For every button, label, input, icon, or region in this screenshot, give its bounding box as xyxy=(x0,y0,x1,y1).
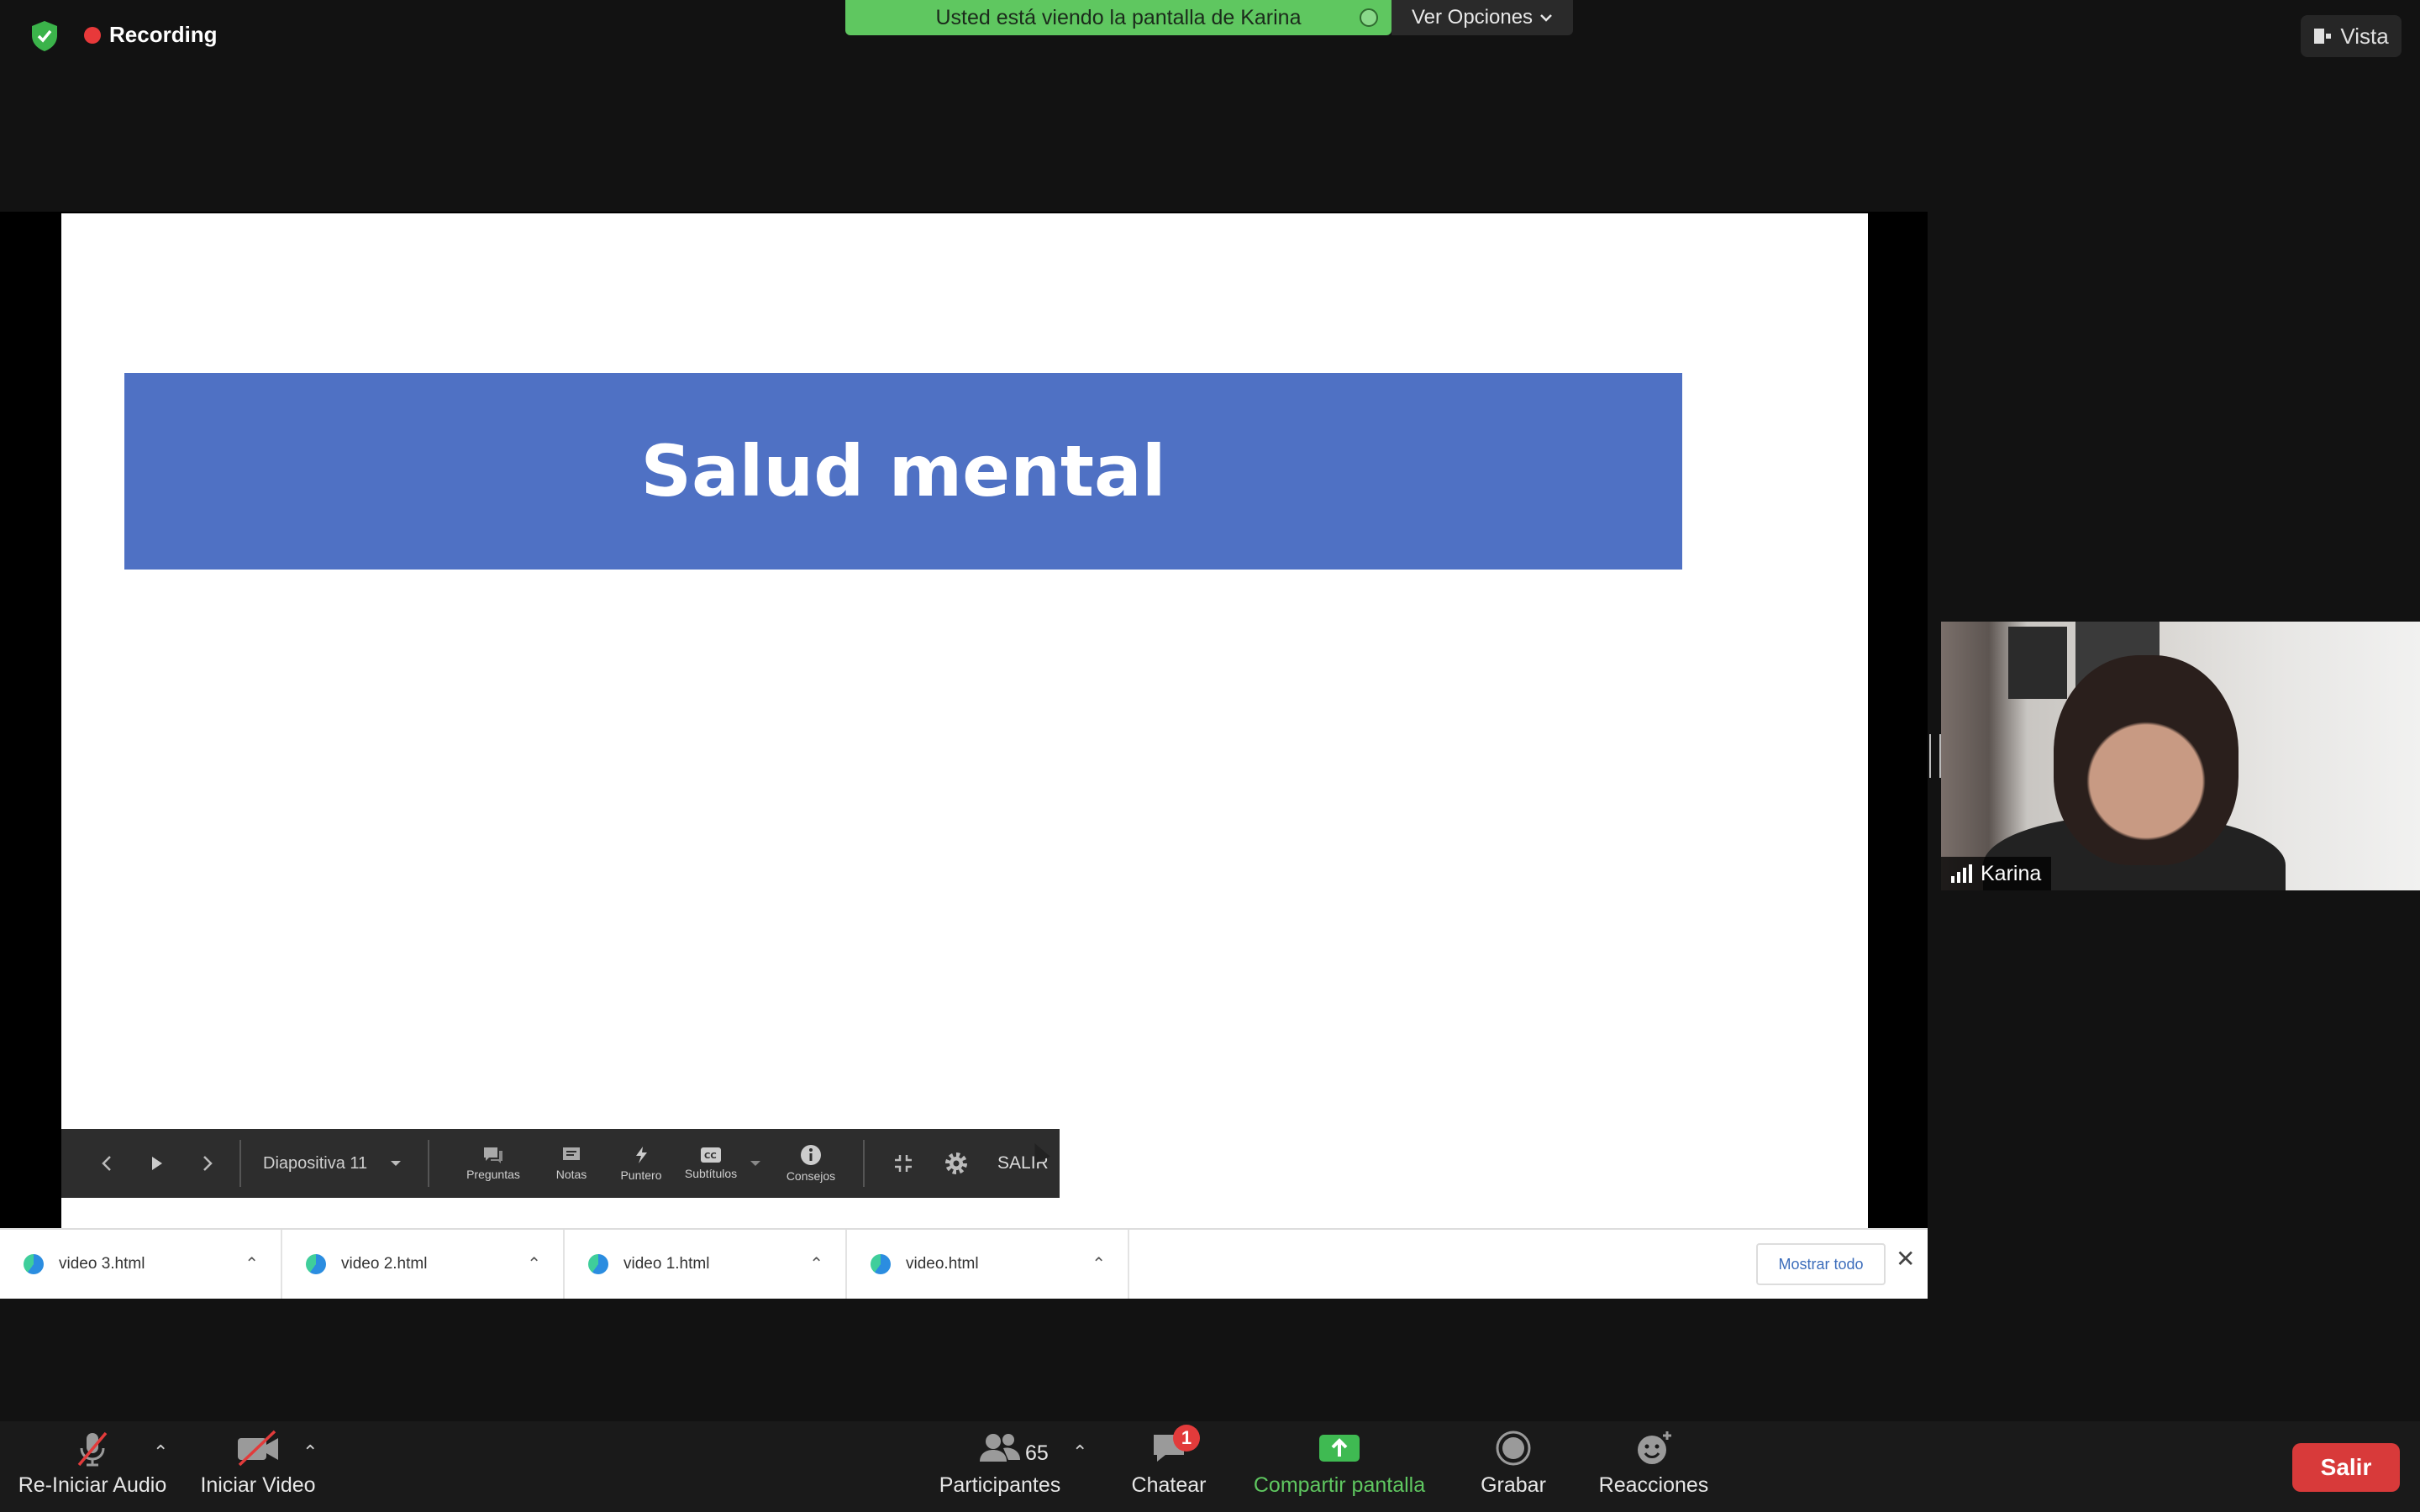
downloads-bar: video 3.html ⌃ video 2.html ⌃ video 1.ht… xyxy=(0,1228,1928,1299)
reactions-button[interactable]: Reacciones xyxy=(1597,1428,1711,1498)
tips-button[interactable]: Consejos xyxy=(777,1144,844,1183)
leave-meeting-button[interactable]: Salir xyxy=(2292,1443,2400,1492)
download-item[interactable]: video 1.html ⌃ xyxy=(565,1230,847,1299)
laser-pointer-icon xyxy=(636,1147,647,1163)
record-icon xyxy=(1496,1431,1531,1466)
subtitles-caret-icon[interactable] xyxy=(749,1159,762,1168)
view-options-button[interactable]: Ver Opciones xyxy=(1392,0,1573,35)
settings-gear-icon[interactable] xyxy=(944,1151,969,1176)
slide-title-band: Salud mental xyxy=(124,373,1682,570)
notes-button[interactable]: Notas xyxy=(534,1146,609,1181)
info-icon xyxy=(801,1145,821,1165)
screen-share-banner: Usted está viendo la pantalla de Karina xyxy=(845,0,1392,35)
security-shield-icon[interactable] xyxy=(30,20,59,52)
screen-share-banner-text: Usted está viendo la pantalla de Karina xyxy=(935,5,1302,29)
view-label: Vista xyxy=(2340,23,2389,49)
panel-resize-handle[interactable] xyxy=(1929,734,1941,778)
participant-name-tag: Karina xyxy=(1941,857,2052,890)
chevron-down-icon xyxy=(1540,14,1552,22)
chevron-up-icon[interactable]: ⌃ xyxy=(527,1253,541,1274)
edge-file-icon xyxy=(306,1254,326,1274)
download-filename: video 3.html xyxy=(59,1255,145,1273)
pointer-label: Puntero xyxy=(620,1168,662,1182)
reactions-smiley-icon xyxy=(1638,1431,1671,1464)
participant-face xyxy=(2054,655,2238,865)
participant-video-tile[interactable] xyxy=(1941,622,2420,890)
audio-label: Re-Iniciar Audio xyxy=(18,1473,167,1497)
questions-label: Preguntas xyxy=(466,1168,520,1181)
participant-name: Karina xyxy=(1981,861,2042,885)
download-filename: video 2.html xyxy=(341,1255,428,1273)
share-screen-icon xyxy=(1319,1435,1360,1462)
muted-microphone-icon xyxy=(77,1431,108,1467)
audio-button[interactable]: Re-Iniciar Audio xyxy=(17,1428,168,1498)
participants-options-caret-icon[interactable]: ⌃ xyxy=(1072,1441,1087,1463)
layout-icon xyxy=(2314,29,2332,44)
subtitles-button[interactable]: CC Subtítulos xyxy=(673,1147,749,1180)
download-item[interactable]: video 2.html ⌃ xyxy=(282,1230,565,1299)
play-icon[interactable] xyxy=(149,1153,166,1173)
slide-selector-caret-icon[interactable] xyxy=(389,1159,402,1168)
share-screen-label: Compartir pantalla xyxy=(1253,1473,1426,1497)
notes-icon xyxy=(563,1147,580,1160)
chat-notification-badge: 1 xyxy=(1173,1425,1200,1452)
divider xyxy=(239,1140,241,1187)
recording-label: Recording xyxy=(109,22,218,47)
download-item[interactable]: video 3.html ⌃ xyxy=(0,1230,282,1299)
close-icon[interactable]: ✕ xyxy=(1896,1245,1915,1273)
exit-fullscreen-icon[interactable] xyxy=(893,1153,913,1173)
questions-button[interactable]: Preguntas xyxy=(453,1146,534,1181)
show-all-downloads-button[interactable]: Mostrar todo xyxy=(1756,1243,1886,1285)
view-button[interactable]: Vista xyxy=(2301,15,2402,57)
video-label: Iniciar Video xyxy=(200,1473,316,1497)
slide-title: Salud mental xyxy=(640,430,1166,512)
slide-selector[interactable]: Diapositiva 11 xyxy=(263,1154,389,1173)
chat-label: Chatear xyxy=(1131,1473,1207,1497)
subtitles-label: Subtítulos xyxy=(684,1167,738,1180)
chevron-up-icon[interactable]: ⌃ xyxy=(245,1253,259,1274)
closed-captions-icon: CC xyxy=(701,1147,721,1163)
recording-dot-icon xyxy=(84,26,101,44)
download-item[interactable]: video.html ⌃ xyxy=(847,1230,1129,1299)
record-button[interactable]: Grabar xyxy=(1470,1428,1556,1498)
chevron-up-icon[interactable]: ⌃ xyxy=(1092,1253,1106,1274)
download-filename: video.html xyxy=(906,1255,979,1273)
edge-file-icon xyxy=(24,1254,44,1274)
participants-count: 65 xyxy=(1025,1441,1049,1465)
pointer-button[interactable]: Puntero xyxy=(609,1145,673,1182)
video-off-camera-icon xyxy=(238,1430,278,1467)
presentation-slide xyxy=(61,213,1868,1230)
divider xyxy=(863,1140,865,1187)
questions-icon xyxy=(484,1147,502,1163)
notes-label: Notas xyxy=(555,1168,587,1181)
presentation-control-bar: Diapositiva 11 Preguntas Notas Puntero C… xyxy=(61,1129,1060,1198)
video-options-caret-icon[interactable]: ⌃ xyxy=(302,1441,318,1463)
participants-icon xyxy=(980,1434,1020,1462)
background-picture-frame xyxy=(2008,627,2067,699)
svg-text:CC: CC xyxy=(704,1152,717,1161)
view-options-label: Ver Opciones xyxy=(1411,6,1534,29)
audio-options-caret-icon[interactable]: ⌃ xyxy=(153,1441,168,1463)
participants-label: Participantes xyxy=(939,1473,1061,1497)
tips-label: Consejos xyxy=(786,1169,836,1183)
previous-slide-icon[interactable] xyxy=(98,1153,115,1173)
share-screen-button[interactable]: Compartir pantalla xyxy=(1247,1428,1432,1498)
edge-file-icon xyxy=(871,1254,891,1274)
divider xyxy=(428,1140,429,1187)
chevron-up-icon[interactable]: ⌃ xyxy=(809,1253,823,1274)
chat-button[interactable]: Chatear xyxy=(1123,1428,1215,1498)
next-slide-icon[interactable] xyxy=(199,1153,216,1173)
edge-file-icon xyxy=(588,1254,608,1274)
download-filename: video 1.html xyxy=(623,1255,710,1273)
reactions-label: Reacciones xyxy=(1598,1473,1709,1497)
record-label: Grabar xyxy=(1481,1473,1546,1497)
signal-strength-icon xyxy=(1951,864,1972,883)
share-status-icon xyxy=(1360,8,1378,27)
recording-indicator: Recording xyxy=(84,22,218,48)
